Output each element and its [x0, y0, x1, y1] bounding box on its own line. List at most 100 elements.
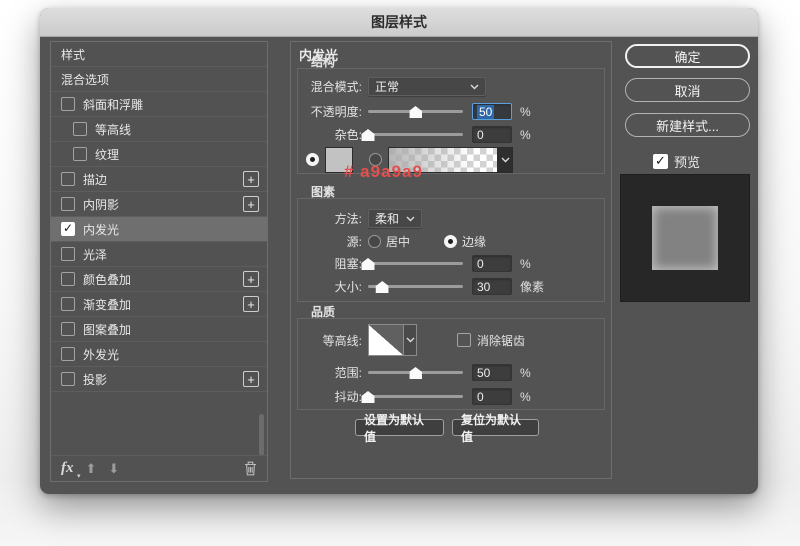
sidebar-item-label: 内发光: [83, 221, 119, 238]
contour-checkbox[interactable]: [73, 122, 87, 136]
noise-label: 杂色:: [300, 126, 362, 143]
sidebar-item-satin[interactable]: 光泽: [51, 242, 267, 267]
blend-mode-dropdown[interactable]: 正常: [368, 77, 486, 96]
sidebar-item-label: 投影: [83, 371, 107, 388]
source-center-label: 居中: [386, 233, 410, 250]
sidebar-scrollbar[interactable]: [259, 414, 264, 456]
color-overlay-checkbox[interactable]: [61, 272, 75, 286]
size-input[interactable]: 30: [472, 278, 512, 295]
blend-mode-row: 混合模式: 正常: [298, 77, 604, 96]
inner-shadow-checkbox[interactable]: [61, 197, 75, 211]
slider-thumb[interactable]: [362, 391, 375, 403]
jitter-input[interactable]: 0: [472, 388, 512, 405]
sidebar-item-label: 颜色叠加: [83, 271, 131, 288]
technique-label: 方法:: [300, 210, 362, 227]
dialog-title: 图层样式: [371, 12, 427, 32]
contour-row: 等高线: 消除锯齿: [298, 323, 604, 357]
move-effect-down-icon[interactable]: ⬇: [108, 462, 119, 475]
stroke-checkbox[interactable]: [61, 172, 75, 186]
fx-add-effect-button[interactable]: fx ▾: [61, 460, 74, 477]
sidebar-item-label: 斜面和浮雕: [83, 96, 143, 113]
sidebar-item-stroke[interactable]: 描边 +: [51, 167, 267, 192]
sidebar-item-styles[interactable]: 样式: [51, 42, 267, 67]
preview-glow-square: [652, 206, 718, 270]
slider-thumb[interactable]: [409, 106, 422, 118]
inner-glow-checkbox[interactable]: [61, 222, 75, 236]
slider-thumb[interactable]: [409, 367, 422, 379]
sidebar-item-inner-glow[interactable]: 内发光: [51, 217, 267, 242]
slider-thumb[interactable]: [362, 129, 375, 141]
sidebar-item-label: 混合选项: [61, 71, 109, 88]
slider-thumb[interactable]: [376, 281, 389, 293]
sidebar-item-blending-options[interactable]: 混合选项: [51, 67, 267, 92]
gradient-picker-chevron-icon[interactable]: [498, 147, 513, 173]
gradient-overlay-checkbox[interactable]: [61, 297, 75, 311]
delete-effect-icon[interactable]: [244, 461, 257, 476]
solid-color-radio[interactable]: [306, 153, 319, 166]
choke-input[interactable]: 0: [472, 255, 512, 272]
sidebar-item-inner-shadow[interactable]: 内阴影 +: [51, 192, 267, 217]
blend-mode-label: 混合模式:: [300, 78, 362, 95]
opacity-input[interactable]: 50: [472, 103, 512, 120]
move-effect-up-icon[interactable]: ⬆: [86, 462, 97, 475]
sidebar-item-drop-shadow[interactable]: 投影 +: [51, 367, 267, 392]
jitter-slider[interactable]: [368, 390, 463, 403]
add-inner-shadow-instance-button[interactable]: +: [243, 196, 259, 212]
opacity-slider[interactable]: [368, 105, 463, 118]
chevron-down-icon: [406, 216, 415, 222]
antialias-checkbox[interactable]: [457, 333, 471, 347]
choke-unit: %: [520, 257, 531, 271]
contour-label: 等高线:: [300, 332, 362, 349]
ok-button[interactable]: 确定: [625, 44, 750, 68]
source-center-radio[interactable]: [368, 235, 381, 248]
outer-glow-checkbox[interactable]: [61, 347, 75, 361]
choke-value: 0: [477, 257, 484, 271]
sidebar-item-color-overlay[interactable]: 颜色叠加 +: [51, 267, 267, 292]
size-label: 大小:: [300, 278, 362, 295]
size-slider[interactable]: [368, 280, 463, 293]
antialias-label: 消除锯齿: [477, 332, 525, 349]
cancel-button[interactable]: 取消: [625, 78, 750, 102]
new-style-button[interactable]: 新建样式...: [625, 113, 750, 137]
source-edge-radio[interactable]: [444, 235, 457, 248]
noise-input[interactable]: 0: [472, 126, 512, 143]
set-default-button[interactable]: 设置为默认值: [355, 419, 444, 436]
structure-group: 混合模式: 正常 不透明度: 50: [297, 68, 605, 174]
sidebar-item-label: 描边: [83, 171, 107, 188]
add-color-overlay-instance-button[interactable]: +: [243, 271, 259, 287]
sidebar-item-texture[interactable]: 纹理: [51, 142, 267, 167]
technique-dropdown[interactable]: 柔和: [368, 209, 422, 228]
contour-picker-chevron-icon[interactable]: [404, 324, 417, 356]
dialog-body: 样式 混合选项 斜面和浮雕 等高线 纹理 描边 +: [40, 37, 758, 494]
sidebar-item-label: 渐变叠加: [83, 296, 131, 313]
sidebar-item-bevel-emboss[interactable]: 斜面和浮雕: [51, 92, 267, 117]
range-slider[interactable]: [368, 366, 463, 379]
choke-slider[interactable]: [368, 257, 463, 270]
add-drop-shadow-instance-button[interactable]: +: [243, 371, 259, 387]
jitter-row: 抖动: 0 %: [298, 387, 604, 406]
drop-shadow-checkbox[interactable]: [61, 372, 75, 386]
reset-default-button[interactable]: 复位为默认值: [452, 419, 539, 436]
sidebar-item-contour[interactable]: 等高线: [51, 117, 267, 142]
noise-slider[interactable]: [368, 128, 463, 141]
sidebar-item-label: 光泽: [83, 246, 107, 263]
add-gradient-overlay-instance-button[interactable]: +: [243, 296, 259, 312]
contour-thumbnail[interactable]: [368, 324, 404, 356]
sidebar-item-pattern-overlay[interactable]: 图案叠加: [51, 317, 267, 342]
style-preview-thumbnail: [620, 174, 750, 302]
sidebar-item-gradient-overlay[interactable]: 渐变叠加 +: [51, 292, 267, 317]
dialog-titlebar[interactable]: 图层样式: [40, 8, 758, 37]
size-row: 大小: 30 像素: [298, 277, 604, 296]
satin-checkbox[interactable]: [61, 247, 75, 261]
chevron-down-icon: [470, 84, 479, 90]
elements-group: 方法: 柔和 源: 居中 边缘 阻塞:: [297, 198, 605, 302]
pattern-overlay-checkbox[interactable]: [61, 322, 75, 336]
range-input[interactable]: 50: [472, 364, 512, 381]
add-stroke-instance-button[interactable]: +: [243, 171, 259, 187]
preview-checkbox[interactable]: [653, 154, 668, 169]
slider-thumb[interactable]: [362, 258, 375, 270]
preview-toggle: 预览: [653, 152, 700, 171]
bevel-emboss-checkbox[interactable]: [61, 97, 75, 111]
sidebar-item-outer-glow[interactable]: 外发光: [51, 342, 267, 367]
texture-checkbox[interactable]: [73, 147, 87, 161]
